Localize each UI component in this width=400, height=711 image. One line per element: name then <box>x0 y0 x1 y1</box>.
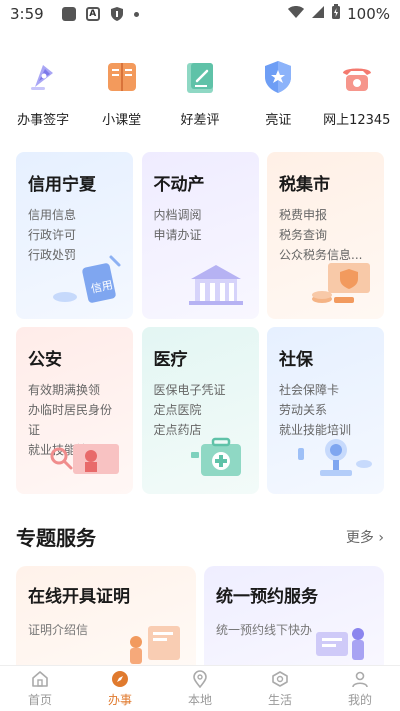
review-icon <box>178 55 222 99</box>
more-link[interactable]: 更多 › <box>346 527 384 547</box>
card-item[interactable]: 内档调阅 <box>154 205 247 225</box>
app-notification-icon <box>61 7 76 21</box>
service-card-social-security[interactable]: 社保 社会保障卡 劳动关系 就业技能培训 <box>267 327 384 494</box>
medical-kit-illustration <box>181 434 251 486</box>
status-time: 3:59 <box>10 5 44 23</box>
card-item[interactable]: 申请办证 <box>154 225 247 245</box>
card-title: 信用宁夏 <box>28 175 96 195</box>
life-icon <box>270 669 290 689</box>
quick-item-review[interactable]: 好差评 <box>161 55 239 128</box>
card-item[interactable]: 定点医院 <box>154 400 247 420</box>
special-title: 在线开具证明 <box>28 587 130 607</box>
service-card-property[interactable]: 不动产 内档调阅 申请办证 <box>141 152 259 319</box>
shield-notification-icon <box>110 6 124 22</box>
signal-icon <box>311 5 325 23</box>
certificate-illustration <box>122 620 186 670</box>
nav-label: 生活 <box>267 693 292 707</box>
bottom-nav: 首页 办事 本地 生活 我的 <box>0 665 400 711</box>
section-title: 专题服务 <box>16 526 96 550</box>
phone-icon <box>335 55 379 99</box>
location-icon <box>190 669 210 689</box>
service-card-medical[interactable]: 医疗 医保电子凭证 定点医院 定点药店 <box>141 327 259 494</box>
credit-card-illustration: 信用 <box>45 251 125 311</box>
nav-life[interactable]: 生活 <box>240 666 320 711</box>
nav-home[interactable]: 首页 <box>0 666 80 711</box>
social-security-illustration <box>296 434 376 486</box>
quick-access-row: 办事签字 小课堂 好差评 亮证 网上12345 <box>0 55 400 128</box>
special-card-certificate[interactable]: 在线开具证明 证明介绍信 <box>16 566 196 676</box>
special-services-row: 在线开具证明 证明介绍信 统一预约服务 统一预约线下快办 <box>16 566 384 676</box>
card-item[interactable]: 税费申报 <box>279 205 372 225</box>
card-item[interactable]: 社会保障卡 <box>279 380 372 400</box>
nav-mine[interactable]: 我的 <box>320 666 400 711</box>
card-title: 不动产 <box>153 175 205 195</box>
quick-label: 办事签字 <box>17 113 70 128</box>
card-item[interactable]: 有效期满换领 <box>28 380 121 400</box>
quick-item-class[interactable]: 小课堂 <box>83 55 161 128</box>
pen-icon <box>21 55 65 99</box>
card-item[interactable]: 行政许可 <box>28 225 121 245</box>
card-item[interactable]: 医保电子凭证 <box>154 380 247 400</box>
special-title: 统一预约服务 <box>216 587 318 607</box>
book-icon <box>100 55 144 99</box>
nav-label: 首页 <box>27 693 52 707</box>
service-card-police[interactable]: 公安 有效期满换领 办临时居民身份证 就业技能培训 <box>16 327 133 494</box>
special-card-appointment[interactable]: 统一预约服务 统一预约线下快办 <box>204 566 384 676</box>
nav-local[interactable]: 本地 <box>160 666 240 711</box>
quick-label: 网上12345 <box>323 113 391 128</box>
compass-icon <box>110 669 130 689</box>
a-notification-icon: A <box>85 7 100 21</box>
wifi-icon <box>287 5 305 23</box>
card-item[interactable]: 信用信息 <box>28 205 121 225</box>
card-title: 公安 <box>28 350 62 370</box>
card-item[interactable]: 劳动关系 <box>279 400 372 420</box>
status-bar: 3:59 A 100% <box>0 0 400 28</box>
nav-label: 本地 <box>187 693 212 707</box>
card-title: 医疗 <box>153 350 188 370</box>
nav-label: 我的 <box>347 693 372 707</box>
quick-label: 亮证 <box>265 113 292 128</box>
appointment-illustration <box>310 620 374 670</box>
building-illustration <box>181 259 251 311</box>
service-card-tax[interactable]: 税集市 税费申报 税务查询 公众税务信息... <box>267 152 384 319</box>
police-illustration <box>45 438 125 486</box>
quick-item-show-cert[interactable]: 亮证 <box>239 55 317 128</box>
battery-icon <box>331 4 341 24</box>
more-dot-icon <box>133 11 139 17</box>
shield-star-icon <box>256 55 300 99</box>
quick-label: 好差评 <box>180 113 220 128</box>
user-icon <box>350 669 370 689</box>
quick-item-12345[interactable]: 网上12345 <box>318 55 396 128</box>
home-icon <box>30 669 50 689</box>
battery-percent: 100% <box>347 5 390 23</box>
card-item[interactable]: 税务查询 <box>279 225 372 245</box>
nav-label: 办事 <box>107 693 132 707</box>
nav-services[interactable]: 办事 <box>80 666 160 711</box>
card-title: 社保 <box>279 350 313 370</box>
quick-label: 小课堂 <box>102 113 142 128</box>
service-grid: 信用宁夏 信用信息 行政许可 行政处罚 信用 不动产 内档调阅 申请办证 税集市… <box>16 152 384 494</box>
service-card-credit[interactable]: 信用宁夏 信用信息 行政许可 行政处罚 信用 <box>16 152 133 319</box>
special-services-header: 专题服务 更多 › <box>16 522 384 551</box>
tax-illustration <box>306 257 376 311</box>
card-item[interactable]: 办临时居民身份证 <box>28 400 121 440</box>
card-title: 税集市 <box>279 175 330 195</box>
quick-item-sign[interactable]: 办事签字 <box>4 55 82 128</box>
